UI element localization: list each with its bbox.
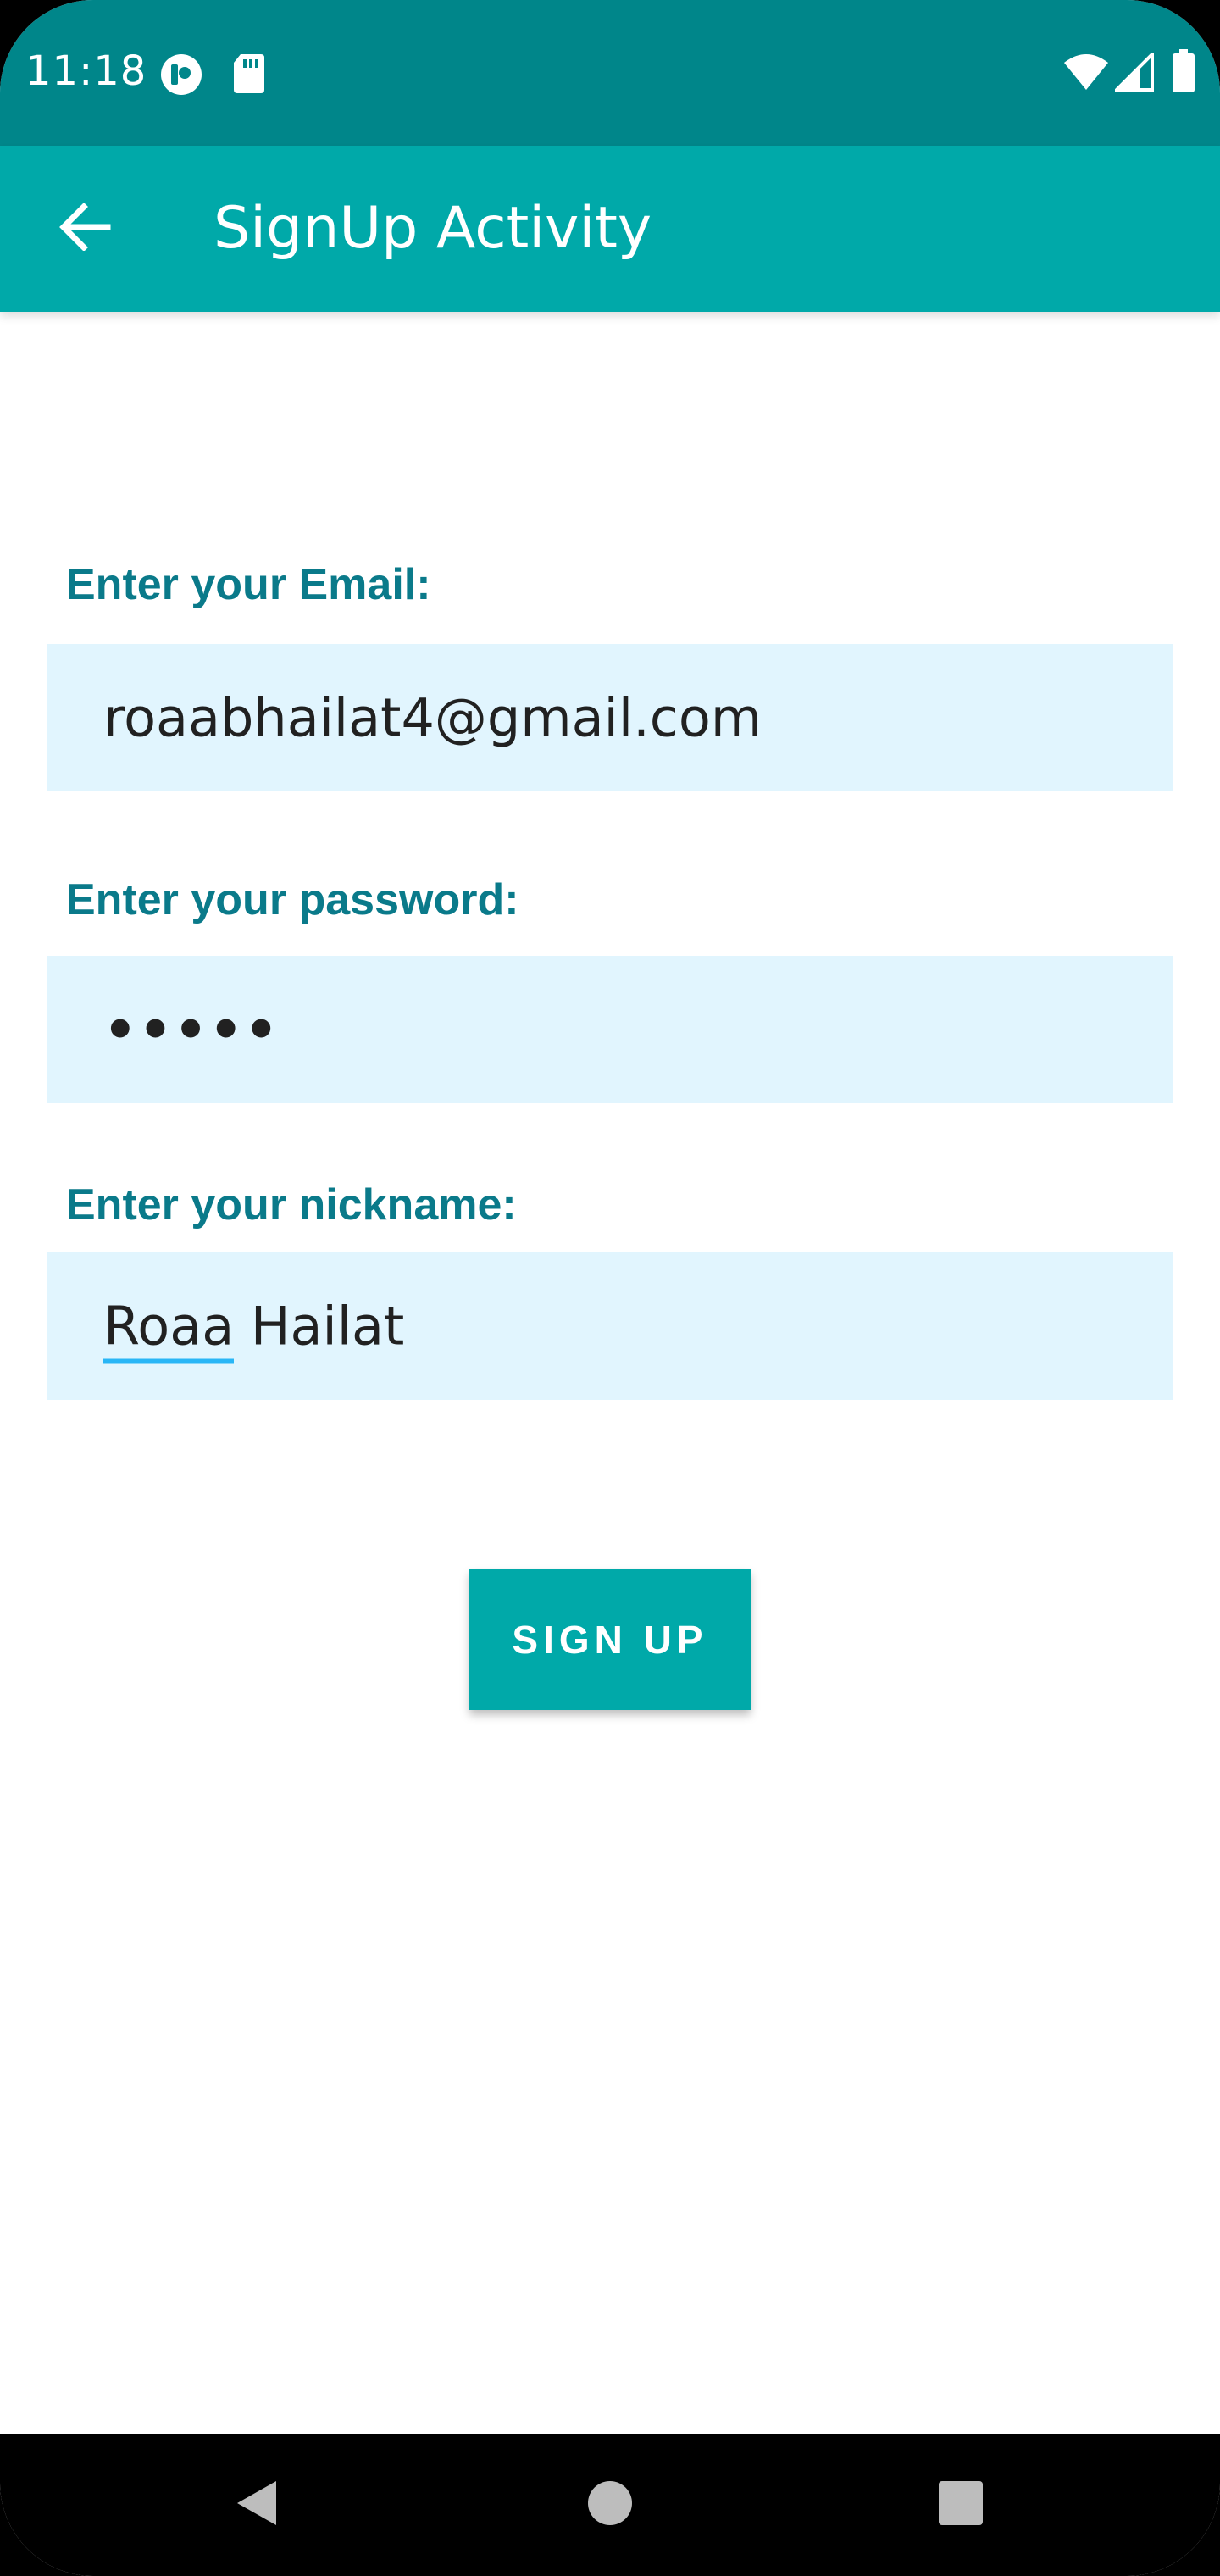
home-circle-icon bbox=[586, 2479, 634, 2531]
nickname-value: Roaa Hailat bbox=[103, 1295, 405, 1364]
sd-card-icon bbox=[232, 53, 266, 99]
email-value: roaabhailat4@gmail.com bbox=[103, 686, 762, 749]
back-triangle-icon bbox=[232, 2478, 280, 2533]
page-title: SignUp Activity bbox=[214, 195, 652, 262]
password-field[interactable]: ••••• bbox=[47, 956, 1173, 1103]
phone-screen: 11:18 SignUp Activity Enter your Email: … bbox=[0, 0, 1220, 2576]
battery-icon bbox=[1171, 49, 1196, 97]
status-bar: 11:18 bbox=[0, 0, 1220, 146]
navigation-bar bbox=[0, 2434, 1220, 2576]
email-label: Enter your Email: bbox=[66, 560, 431, 609]
cell-signal-icon bbox=[1112, 50, 1154, 96]
sign-up-button[interactable]: SIGN UP bbox=[469, 1569, 751, 1710]
arrow-back-icon bbox=[58, 202, 111, 255]
nickname-rest: Hailat bbox=[234, 1295, 405, 1357]
nickname-first-word: Roaa bbox=[103, 1295, 235, 1364]
nickname-field[interactable]: Roaa Hailat bbox=[47, 1252, 1173, 1400]
app-bar: SignUp Activity bbox=[0, 146, 1220, 312]
nickname-label: Enter your nickname: bbox=[66, 1180, 517, 1230]
email-field[interactable]: roaabhailat4@gmail.com bbox=[47, 644, 1173, 791]
app-notification-icon bbox=[159, 53, 203, 101]
status-time: 11:18 bbox=[25, 47, 147, 95]
nav-recents-button[interactable] bbox=[927, 2471, 995, 2539]
back-button[interactable] bbox=[42, 186, 127, 271]
password-value: ••••• bbox=[103, 998, 280, 1061]
password-label: Enter your password: bbox=[66, 875, 519, 924]
nav-back-button[interactable] bbox=[222, 2471, 290, 2539]
nav-home-button[interactable] bbox=[576, 2471, 644, 2539]
wifi-icon bbox=[1062, 53, 1110, 96]
recents-square-icon bbox=[937, 2479, 984, 2531]
